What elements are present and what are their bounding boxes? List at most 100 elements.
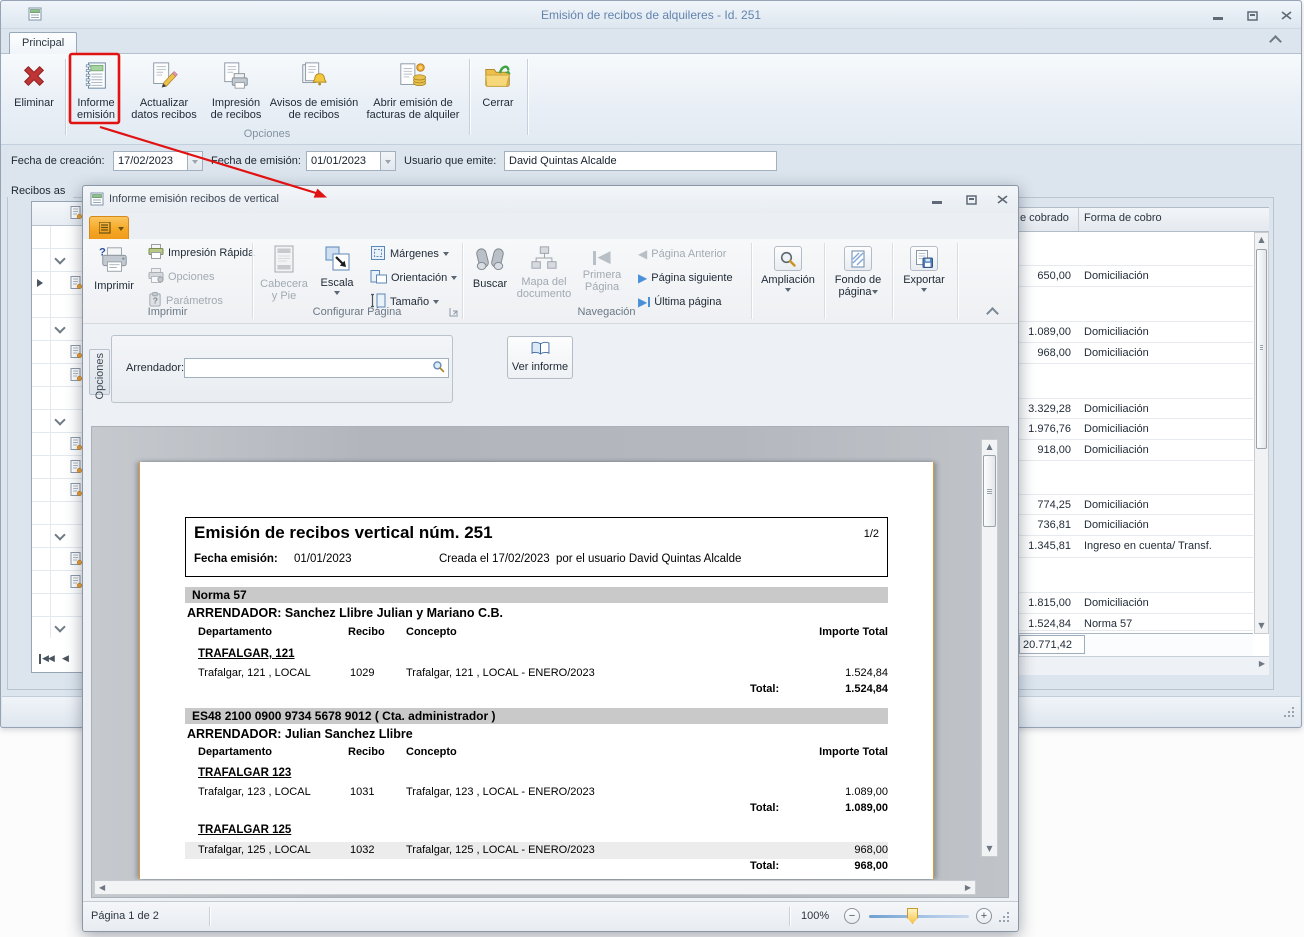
receipts-grid[interactable]: ◀◀ ◀: [31, 201, 83, 673]
table-row[interactable]: [1018, 364, 1253, 398]
table-row[interactable]: 3.329,28Domiciliación: [1018, 398, 1253, 419]
col-importe-cobrado[interactable]: e cobrado: [1020, 212, 1069, 224]
issuing-user-field[interactable]: David Quintas Alcalde: [504, 151, 777, 171]
restore-icon[interactable]: [1241, 8, 1263, 23]
impresion-rapida-button[interactable]: Impresión Rápida: [145, 243, 257, 263]
opciones-button[interactable]: Opciones: [145, 267, 217, 287]
first-record-icon[interactable]: ◀◀: [39, 654, 54, 664]
preview-vertical-scrollbar[interactable]: ▲ ▼: [981, 439, 998, 857]
chevron-down-icon[interactable]: [54, 529, 65, 540]
table-row[interactable]: 1.089,00Domiciliación: [1018, 321, 1253, 343]
minimize-icon[interactable]: [1207, 8, 1229, 23]
grid-row[interactable]: [32, 226, 82, 249]
prev-record-icon[interactable]: ◀: [62, 654, 68, 664]
chevron-down-icon[interactable]: [54, 414, 65, 425]
ampliacion-button[interactable]: Ampliación: [759, 242, 817, 320]
app-menu-button[interactable]: [89, 216, 129, 239]
toolbar-collapse-icon[interactable]: [988, 309, 997, 321]
table-row[interactable]: 918,00Domiciliación: [1018, 440, 1253, 461]
resize-grip-icon[interactable]: [1284, 707, 1294, 717]
grid-group-row[interactable]: [32, 525, 82, 548]
pagina-anterior-button[interactable]: ◀ Página Anterior: [635, 244, 729, 264]
avisos-emision-button[interactable]: Avisos de emisión de recibos: [269, 58, 359, 138]
table-header[interactable]: e cobrado Forma de cobro: [1018, 208, 1269, 232]
table-row[interactable]: 774,25Domiciliación: [1018, 494, 1253, 515]
actualizar-datos-button[interactable]: Actualizar datos recibos: [125, 58, 203, 138]
chevron-down-icon[interactable]: [54, 253, 65, 264]
dialog-titlebar[interactable]: Informe emisión recibos de vertical: [83, 186, 1018, 214]
cerrar-button[interactable]: Cerrar: [473, 58, 523, 138]
scrollbar-thumb[interactable]: [1256, 249, 1267, 449]
table-horizontal-scrollbar[interactable]: ▶: [1018, 656, 1269, 675]
zoom-slider-track[interactable]: [869, 915, 969, 918]
col-forma-cobro[interactable]: Forma de cobro: [1084, 212, 1162, 224]
exportar-button[interactable]: Exportar: [899, 242, 949, 320]
grid-row[interactable]: [32, 594, 82, 617]
grid-record-navigator[interactable]: ◀◀ ◀: [32, 638, 82, 672]
restore-icon[interactable]: [960, 192, 982, 207]
group-dialog-launcher-icon[interactable]: [449, 307, 459, 320]
tab-principal[interactable]: Principal: [9, 32, 77, 54]
scroll-up-icon[interactable]: ▲: [1255, 234, 1268, 246]
abrir-facturas-button[interactable]: Abrir emisión de facturas de alquiler: [361, 58, 465, 138]
scroll-right-icon[interactable]: ▶: [965, 883, 971, 892]
creation-date-field[interactable]: 17/02/2023: [113, 151, 188, 171]
scroll-right-icon[interactable]: ▶: [1259, 660, 1265, 668]
emission-date-field[interactable]: 01/01/2023: [306, 151, 381, 171]
table-row[interactable]: 650,00Domiciliación: [1018, 265, 1253, 287]
emission-date-dropdown[interactable]: [381, 151, 396, 171]
scroll-up-icon[interactable]: ▲: [982, 441, 997, 453]
zoom-in-button[interactable]: +: [976, 908, 992, 924]
impresion-recibos-button[interactable]: Impresión de recibos: [205, 58, 267, 138]
scroll-down-icon[interactable]: ▼: [982, 843, 997, 855]
grid-header-row[interactable]: [32, 202, 82, 226]
creation-date-dropdown[interactable]: [188, 151, 203, 171]
table-row[interactable]: 736,81Domiciliación: [1018, 515, 1253, 536]
grid-row-selected[interactable]: [32, 272, 82, 295]
table-row[interactable]: [1018, 287, 1253, 321]
table-vertical-scrollbar[interactable]: ▲ ▼: [1254, 232, 1269, 634]
pagina-siguiente-button[interactable]: ▶ Página siguiente: [635, 268, 736, 288]
table-row[interactable]: [1018, 231, 1253, 265]
receipts-table[interactable]: e cobrado Forma de cobro 650,00Domicilia…: [1018, 207, 1269, 674]
fondo-pagina-button[interactable]: Fondo de página: [830, 242, 886, 320]
grid-row[interactable]: [32, 548, 82, 571]
margenes-button[interactable]: Márgenes: [367, 244, 452, 264]
table-row[interactable]: 1.524,84Norma 57: [1018, 614, 1253, 631]
grid-row[interactable]: [32, 479, 82, 502]
preview-horizontal-scrollbar[interactable]: ◀ ▶: [94, 880, 976, 895]
ver-informe-button[interactable]: Ver informe: [507, 336, 573, 379]
search-icon[interactable]: [430, 360, 447, 376]
close-icon[interactable]: [1275, 8, 1297, 23]
chevron-down-icon[interactable]: [54, 322, 65, 333]
chevron-down-icon[interactable]: [54, 621, 65, 632]
zoom-out-button[interactable]: −: [844, 908, 860, 924]
tab-opciones-vertical[interactable]: Opciones: [89, 349, 110, 395]
grid-row[interactable]: [32, 387, 82, 410]
grid-group-row[interactable]: [32, 410, 82, 433]
table-row[interactable]: 1.345,81Ingreso en cuenta/ Transf.: [1018, 536, 1253, 558]
grid-row[interactable]: [32, 364, 82, 387]
grid-row[interactable]: [32, 456, 82, 479]
grid-group-row[interactable]: [32, 249, 82, 272]
arrendador-input[interactable]: [184, 358, 449, 378]
scrollbar-thumb[interactable]: [983, 455, 996, 527]
grid-row[interactable]: [32, 433, 82, 456]
grid-row[interactable]: [32, 295, 82, 318]
close-icon[interactable]: [991, 192, 1013, 207]
zoom-slider-thumb[interactable]: [907, 908, 918, 924]
table-row[interactable]: 1.976,76Domiciliación: [1018, 419, 1253, 440]
scroll-left-icon[interactable]: ◀: [99, 883, 105, 892]
orientacion-button[interactable]: Orientación: [367, 268, 460, 288]
table-row[interactable]: [1018, 461, 1253, 494]
table-row[interactable]: 968,00Domiciliación: [1018, 343, 1253, 364]
main-titlebar[interactable]: Emisión de recibos de alquileres - Id. 2…: [1, 1, 1301, 29]
scroll-down-icon[interactable]: ▼: [1255, 620, 1268, 632]
ribbon-collapse-icon[interactable]: [1271, 37, 1280, 49]
total-amount-cell[interactable]: 20.771,42: [1019, 635, 1085, 654]
eliminar-button[interactable]: Eliminar: [7, 58, 61, 138]
preview-surface[interactable]: Emisión de recibos vertical núm. 251 1/2…: [91, 426, 1009, 898]
grid-row[interactable]: [32, 341, 82, 364]
informe-emision-button[interactable]: Informe emisión: [71, 58, 121, 138]
grid-row[interactable]: [32, 571, 82, 594]
